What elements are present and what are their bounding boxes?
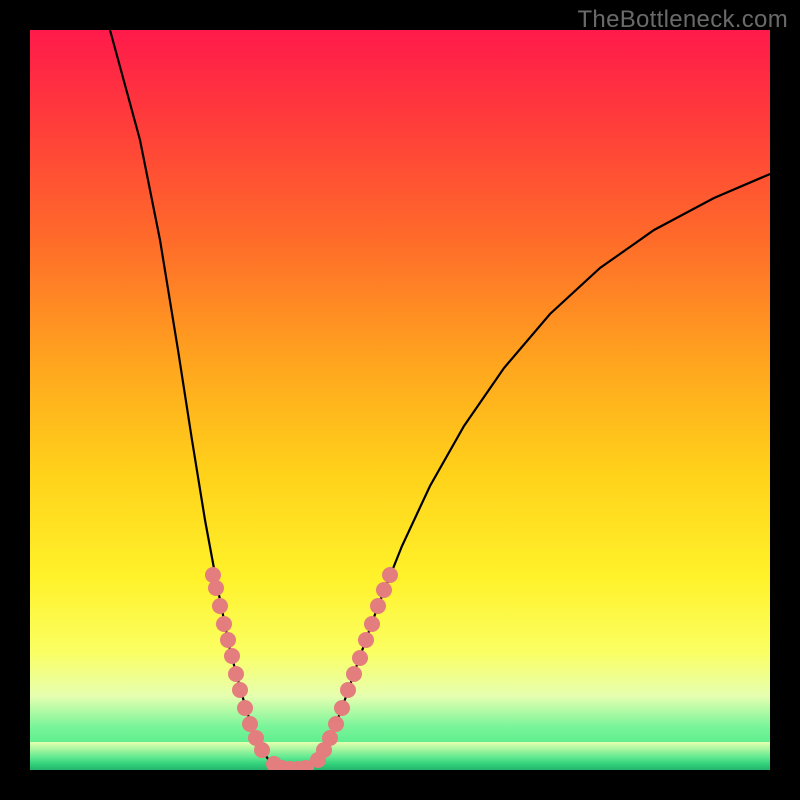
data-dot <box>340 682 356 698</box>
data-dot <box>334 700 350 716</box>
data-dot <box>370 598 386 614</box>
data-dot <box>220 632 236 648</box>
curve-right <box>310 174 770 768</box>
data-dot <box>382 567 398 583</box>
data-dot <box>208 580 224 596</box>
data-dot <box>358 632 374 648</box>
data-dot <box>232 682 248 698</box>
data-dot <box>352 650 368 666</box>
data-dot <box>242 716 258 732</box>
data-dot <box>346 666 362 682</box>
data-dot <box>216 616 232 632</box>
data-dot <box>228 666 244 682</box>
curve-left <box>110 30 278 768</box>
plot-area <box>30 30 770 770</box>
data-dot <box>376 582 392 598</box>
data-dot <box>328 716 344 732</box>
data-dots <box>205 567 398 770</box>
data-dot <box>237 700 253 716</box>
data-dot <box>224 648 240 664</box>
curve-svg <box>30 30 770 770</box>
data-dot <box>364 616 380 632</box>
chart-frame: TheBottleneck.com <box>0 0 800 800</box>
data-dot <box>254 742 270 758</box>
data-dot <box>212 598 228 614</box>
data-dot <box>322 730 338 746</box>
